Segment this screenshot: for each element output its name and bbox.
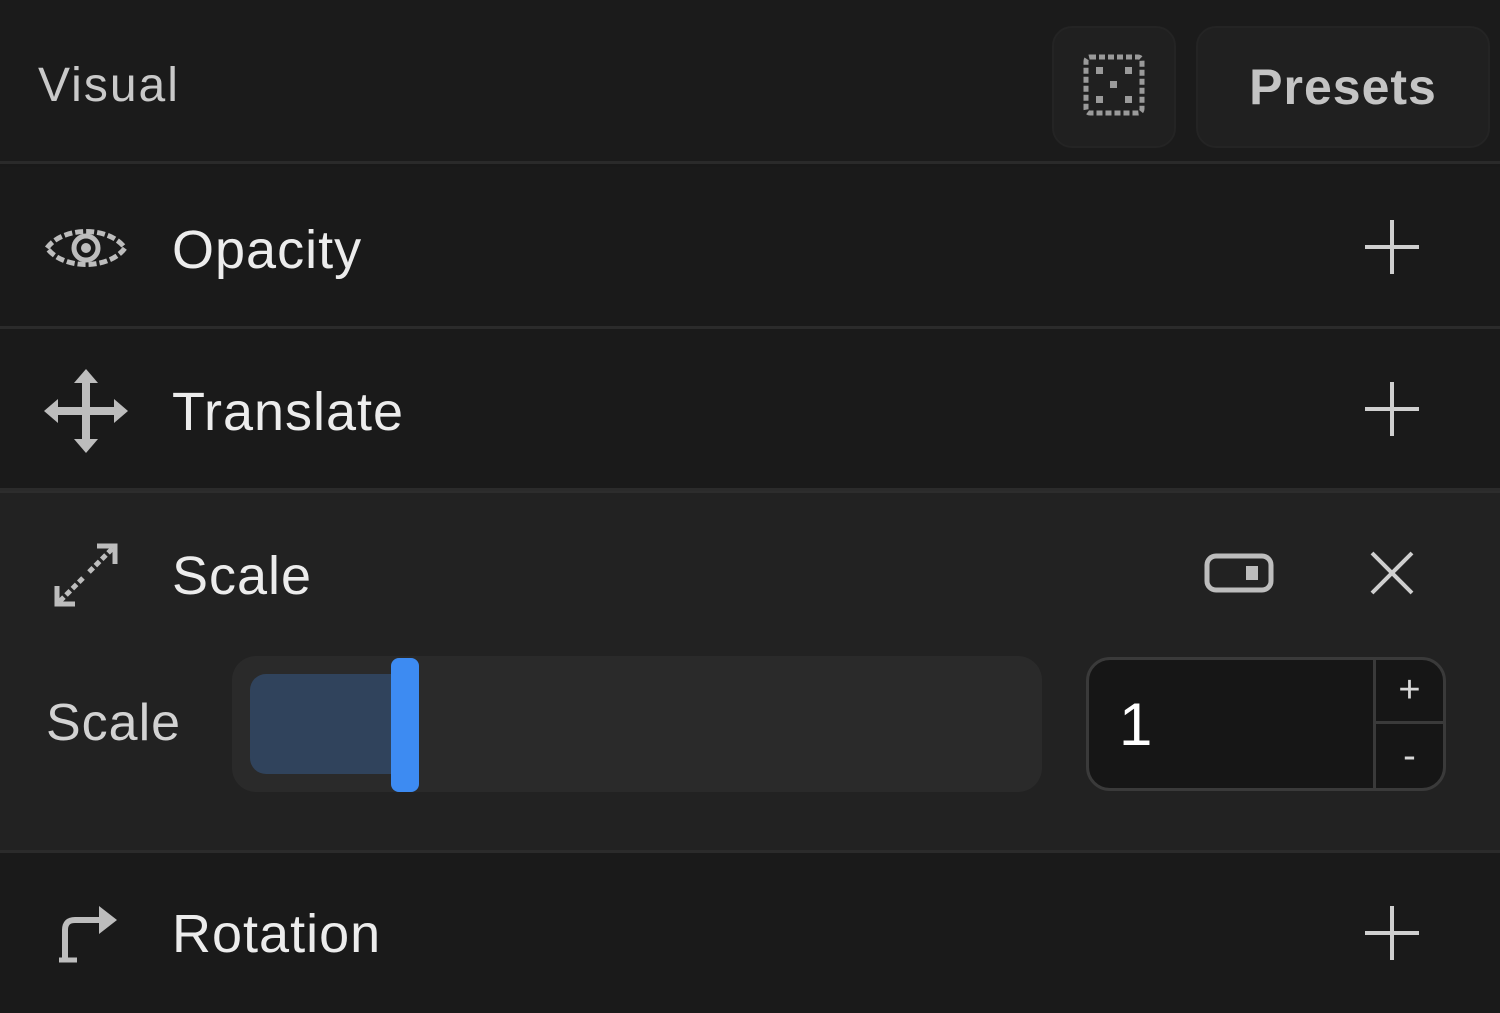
scale-field-label: Scale: [46, 694, 182, 752]
visual-panel: Visual Presets Opacity Translate Scale S…: [0, 0, 1500, 1013]
toggle-icon: [1204, 551, 1274, 600]
panel-title: Visual: [38, 59, 180, 112]
scale-value-input[interactable]: [1119, 690, 1359, 759]
rotate-right-icon: [40, 887, 132, 979]
property-label-rotation: Rotation: [172, 904, 382, 964]
scale-toggle-button[interactable]: [1196, 539, 1282, 611]
add-opacity-button[interactable]: [1352, 209, 1432, 289]
scale-number-input[interactable]: + -: [1086, 657, 1446, 791]
plus-icon: [1363, 904, 1421, 967]
scale-slider-thumb[interactable]: [391, 658, 419, 792]
remove-scale-button[interactable]: [1352, 535, 1432, 615]
dice-icon: [1082, 53, 1146, 122]
randomize-button[interactable]: [1052, 26, 1176, 148]
property-label-translate: Translate: [172, 382, 405, 442]
property-row-scale: Scale Scale +: [0, 491, 1500, 853]
property-row-rotation[interactable]: Rotation: [0, 853, 1500, 1013]
scale-slider[interactable]: [232, 656, 1042, 792]
plus-icon: [1363, 218, 1421, 281]
property-label-scale: Scale: [172, 546, 313, 606]
eye-icon: [40, 202, 132, 294]
property-label-opacity: Opacity: [172, 220, 363, 280]
add-rotation-button[interactable]: [1352, 895, 1432, 975]
scale-decrement-button[interactable]: -: [1376, 724, 1443, 788]
close-icon: [1369, 550, 1415, 601]
scale-increment-button[interactable]: +: [1376, 660, 1443, 724]
property-row-translate[interactable]: Translate: [0, 329, 1500, 491]
scale-slider-fill: [250, 674, 405, 774]
panel-header: Visual Presets: [0, 0, 1500, 164]
presets-button[interactable]: Presets: [1196, 26, 1490, 148]
property-row-opacity[interactable]: Opacity: [0, 167, 1500, 329]
scale-stepper: + -: [1373, 660, 1443, 788]
add-translate-button[interactable]: [1352, 371, 1432, 451]
plus-icon: [1363, 380, 1421, 443]
move-arrows-icon: [40, 365, 132, 457]
scale-arrows-icon: [40, 529, 132, 621]
